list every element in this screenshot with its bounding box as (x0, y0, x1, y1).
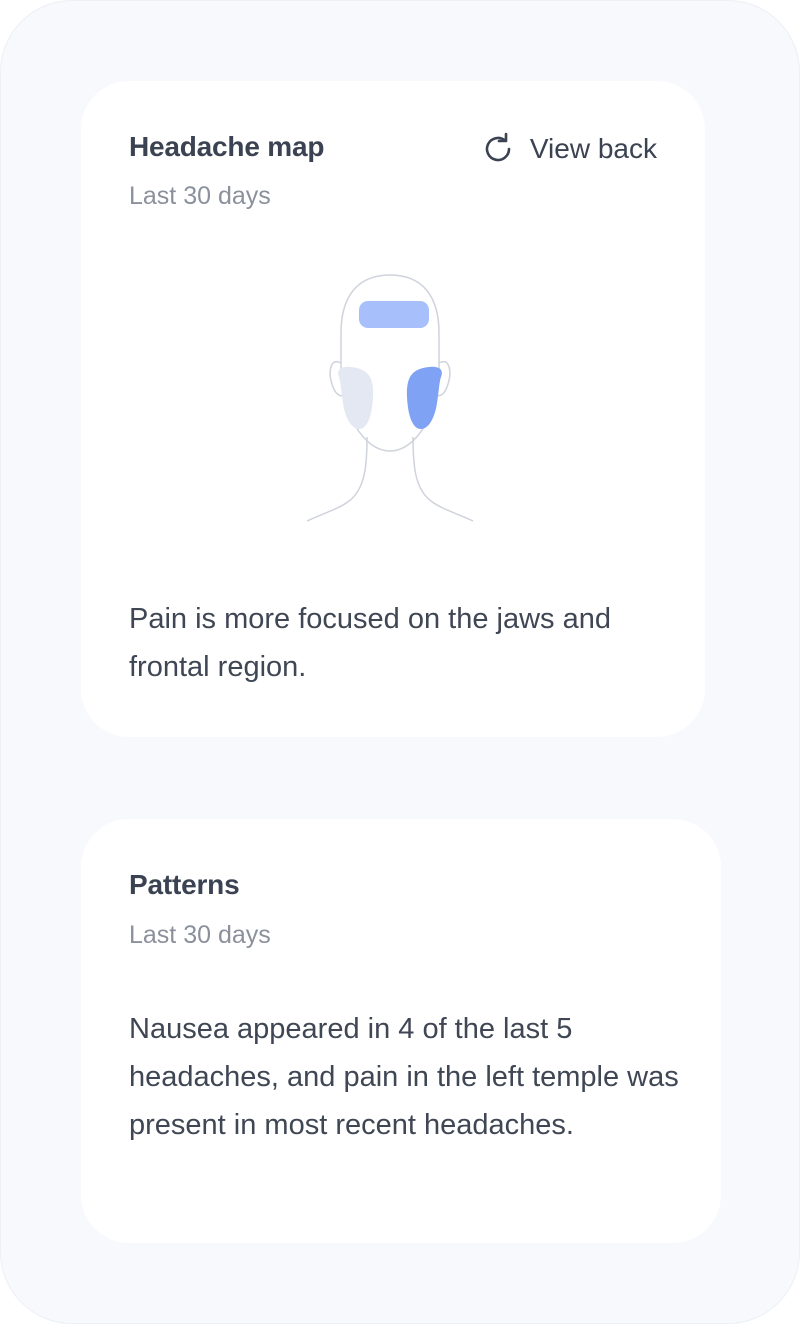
patterns-card: Patterns Last 30 days Nausea appeared in… (81, 819, 721, 1243)
neck-right (412, 436, 474, 522)
neck-left (306, 436, 368, 522)
view-back-label: View back (529, 133, 657, 164)
patterns-subtitle: Last 30 days (129, 921, 271, 949)
rotate-cw-icon (480, 131, 516, 167)
headache-map-subtitle: Last 30 days (129, 182, 271, 210)
head-front-illustration (306, 274, 474, 522)
patterns-summary: Nausea appeared in 4 of the last 5 heada… (129, 1013, 679, 1141)
phone-screen: Headache map Last 30 days View back Pain… (0, 0, 800, 1324)
pain-region-frontal (359, 301, 429, 328)
headache-map-title: Headache map (129, 131, 325, 162)
headache-map-summary: Pain is more focused on the jaws and fro… (129, 603, 611, 683)
headache-map-card: Headache map Last 30 days View back Pain… (81, 81, 705, 737)
pain-region-right-jaw (338, 366, 374, 429)
patterns-title: Patterns (129, 869, 240, 900)
pain-region-left-jaw (406, 366, 442, 429)
view-back-button[interactable]: View back (480, 131, 657, 167)
